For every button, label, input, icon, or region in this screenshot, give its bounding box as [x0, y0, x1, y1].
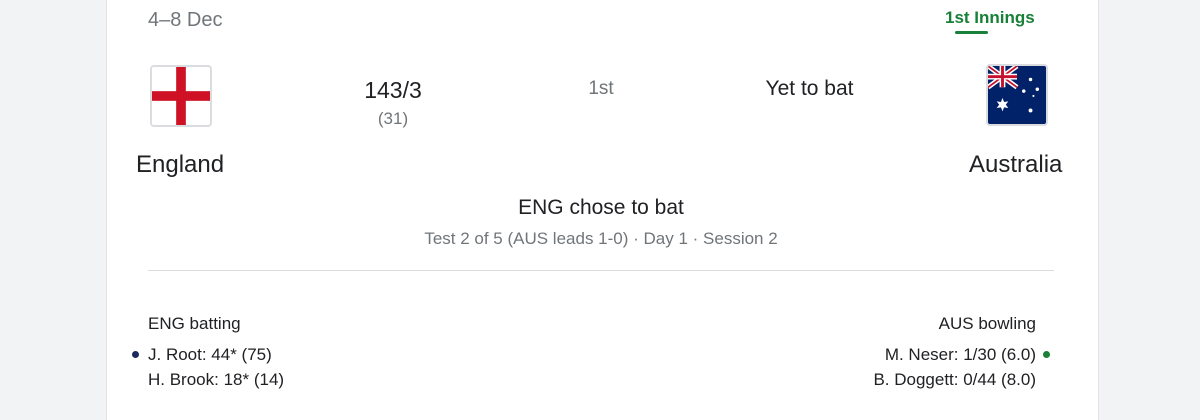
bowler-row: B. Doggett: 0/44 (8.0) — [873, 370, 1036, 389]
match-date: 4–8 Dec — [148, 9, 223, 31]
tab-1st-innings[interactable]: 1st Innings — [945, 8, 1035, 28]
toss-result: ENG chose to bat — [518, 196, 684, 219]
england-score: 143/3 — [364, 77, 422, 103]
team-name-australia: Australia — [969, 151, 1063, 178]
batter-row: J. Root: 44* (75) — [148, 345, 272, 364]
australia-flag-icon — [986, 64, 1048, 126]
australia-status: Yet to bat — [765, 77, 854, 100]
current-bowler-indicator — [1043, 351, 1050, 358]
on-strike-indicator — [132, 351, 139, 358]
team-name-england: England — [136, 151, 225, 178]
bowler-row: M. Neser: 1/30 (6.0) — [884, 345, 1036, 364]
innings-number: 1st — [588, 78, 614, 99]
aus-bowling-label: AUS bowling — [938, 314, 1036, 333]
england-overs: (31) — [377, 109, 409, 128]
batter-row: H. Brook: 18* (14) — [148, 370, 285, 389]
england-flag-icon — [150, 65, 212, 127]
match-card: 4–8 Dec 1st Innings England 143/3 (31) 1… — [106, 0, 1099, 420]
series-status: Test 2 of 5 (AUS leads 1-0) · Day 1 · Se… — [424, 229, 778, 248]
tab-active-indicator — [955, 31, 988, 34]
divider — [148, 270, 1054, 271]
eng-batting-label: ENG batting — [148, 314, 241, 333]
